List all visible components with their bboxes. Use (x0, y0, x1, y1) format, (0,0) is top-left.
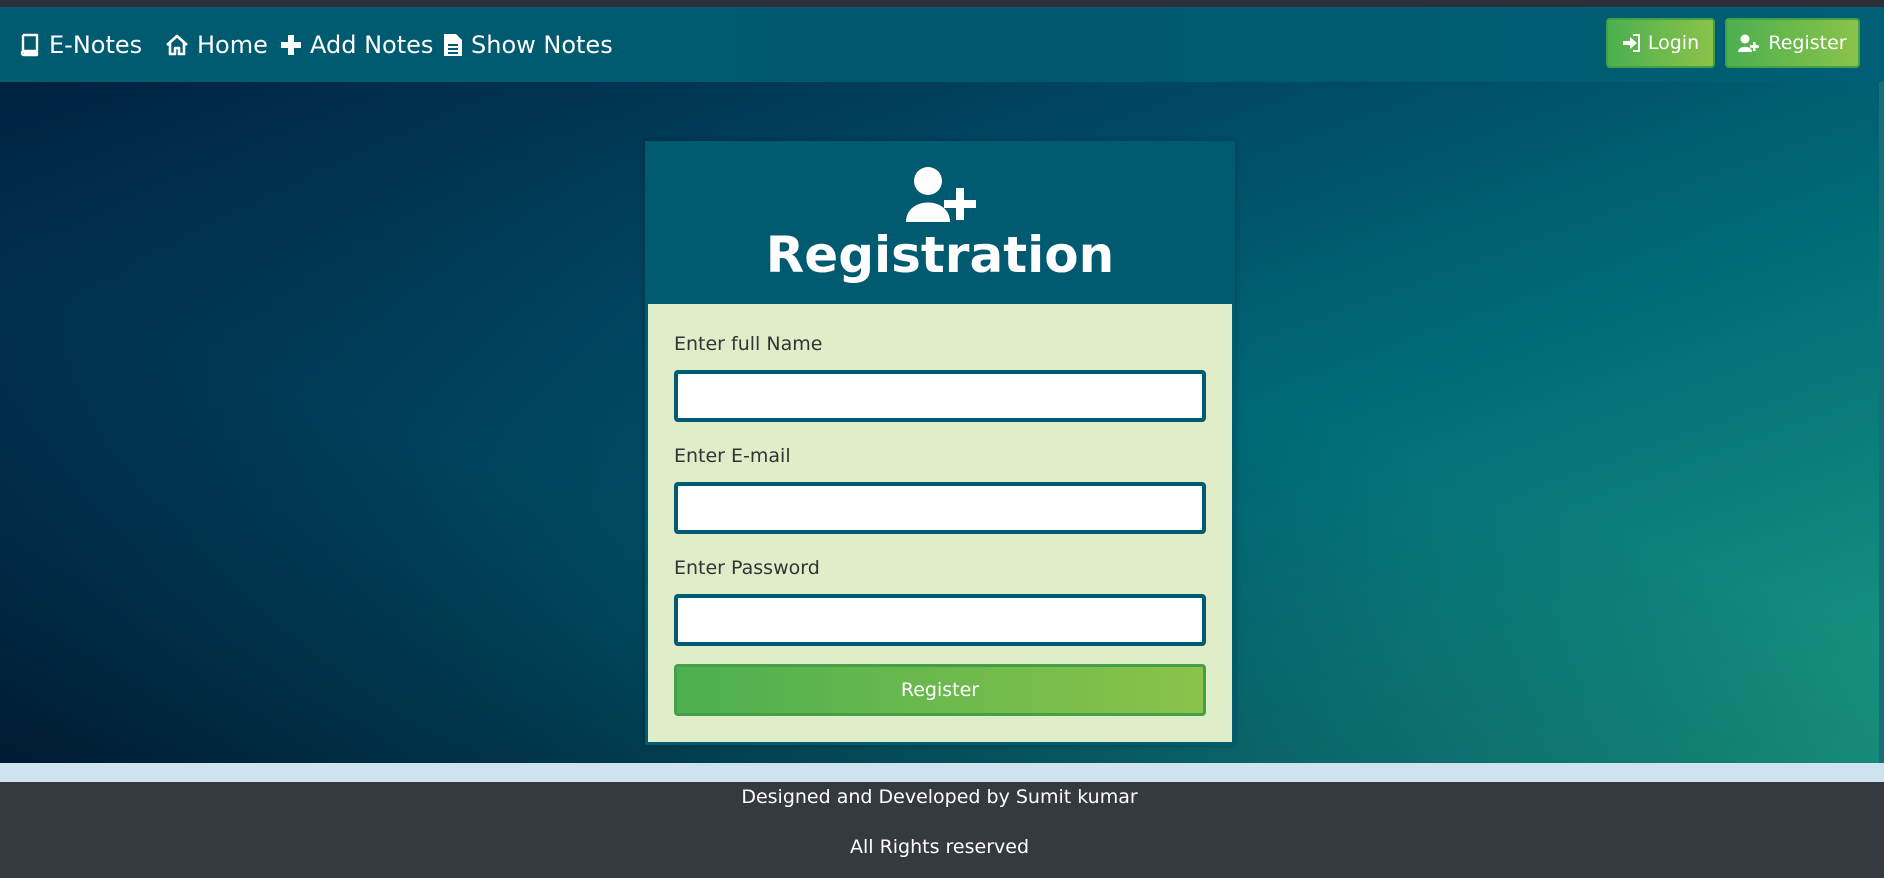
nav-add-notes-label: Add Notes (310, 30, 434, 59)
registration-card: Registration Enter full Name Enter E-mai… (645, 141, 1235, 745)
navbar: E-Notes Home Add Notes Show Notes Login (0, 7, 1884, 82)
password-label: Enter Password (674, 557, 820, 579)
email-input[interactable] (674, 482, 1206, 534)
footer-rights: All Rights reserved (849, 836, 1030, 858)
page-title: Registration (765, 226, 1115, 284)
scrollbar[interactable] (1879, 82, 1884, 763)
user-plus-icon (1738, 34, 1760, 52)
nav-home[interactable]: Home (165, 7, 268, 82)
home-icon (166, 34, 188, 55)
file-text-icon (444, 33, 462, 56)
footer-credit: Designed and Developed by Sumit kumar (741, 786, 1138, 808)
nav-show-notes[interactable]: Show Notes (443, 7, 613, 82)
nav-show-notes-label: Show Notes (471, 30, 613, 59)
brand-label: E-Notes (49, 30, 143, 59)
name-label: Enter full Name (674, 333, 823, 355)
name-input[interactable] (674, 370, 1206, 422)
nav-add-notes[interactable]: Add Notes (280, 7, 433, 82)
register-submit-button[interactable]: Register (674, 664, 1206, 716)
email-label: Enter E-mail (674, 445, 791, 467)
book-icon (20, 33, 39, 56)
user-plus-icon (906, 167, 976, 222)
sign-in-icon (1622, 34, 1640, 52)
brand-link[interactable]: E-Notes (17, 7, 142, 82)
footer-divider (0, 763, 1884, 782)
card-header: Registration (648, 144, 1232, 304)
nav-home-label: Home (197, 30, 268, 59)
password-input[interactable] (674, 594, 1206, 646)
plus-icon (281, 34, 301, 55)
register-nav-label: Register (1768, 32, 1847, 54)
register-nav-button[interactable]: Register (1725, 18, 1860, 68)
footer: Designed and Developed by Sumit kumar Al… (0, 782, 1884, 878)
login-label: Login (1647, 32, 1700, 54)
top-edge (0, 0, 1884, 7)
login-button[interactable]: Login (1606, 18, 1715, 68)
